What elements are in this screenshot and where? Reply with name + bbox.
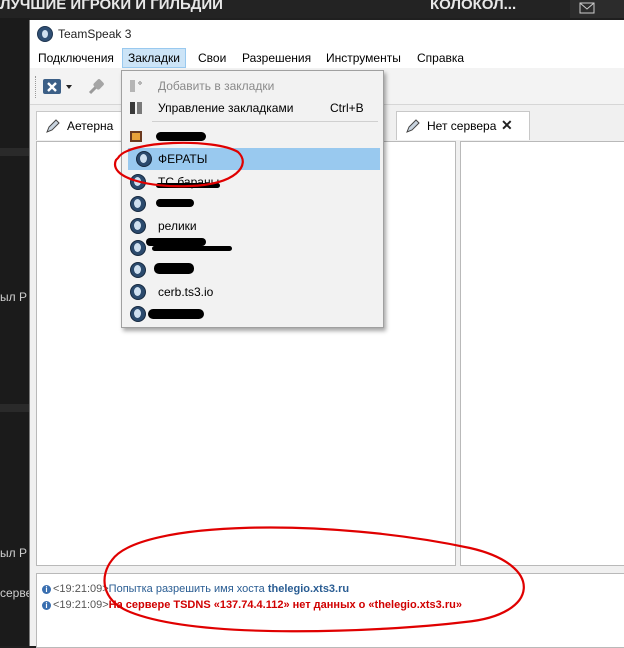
annotation-circle-log xyxy=(103,526,525,633)
annotation-circle-bookmark xyxy=(113,141,244,188)
annotation-overlay xyxy=(103,141,525,633)
